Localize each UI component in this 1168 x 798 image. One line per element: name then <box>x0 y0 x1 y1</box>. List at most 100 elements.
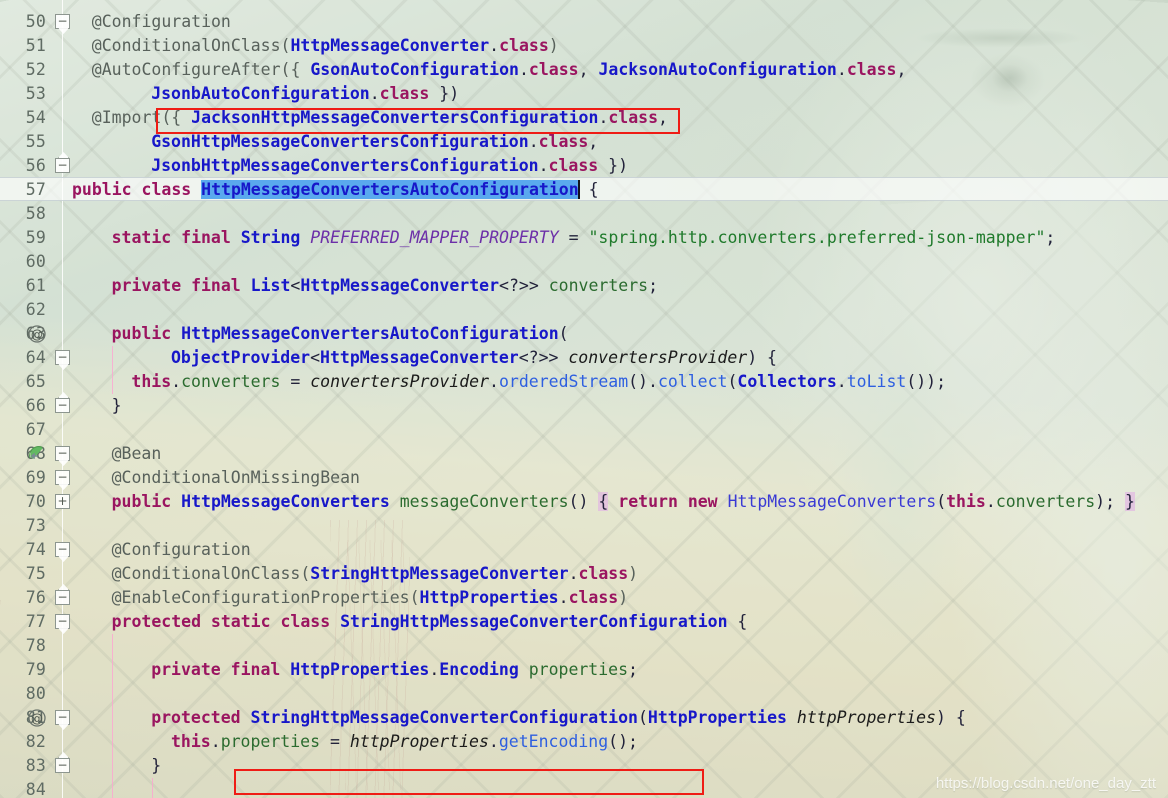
code-token: class <box>528 60 579 79</box>
code-line[interactable]: 51 @ConditionalOnClass(HttpMessageConvert… <box>0 34 1168 58</box>
code-line[interactable]: 79 private final HttpProperties.Encoding … <box>0 658 1168 682</box>
code-text[interactable]: public HttpMessageConvertersAutoConfigur… <box>72 322 569 346</box>
code-line[interactable]: 76 @EnableConfigurationProperties(HttpPro… <box>0 586 1168 610</box>
code-text[interactable]: public HttpMessageConverters messageConv… <box>72 490 1135 514</box>
code-line[interactable]: 74 @Configuration <box>0 538 1168 562</box>
annotation-at-icon[interactable]: @ <box>27 324 47 344</box>
line-number: 77 <box>25 612 46 631</box>
code-token: HttpProperties <box>419 588 559 607</box>
code-token: ) <box>618 588 629 607</box>
code-token: } <box>151 756 162 775</box>
code-text[interactable]: @Configuration <box>72 10 231 34</box>
line-number: 58 <box>25 204 46 223</box>
code-token: }) <box>598 156 629 175</box>
code-line[interactable]: 64 ObjectProvider<HttpMessageConverter<?>… <box>0 346 1168 370</box>
code-text[interactable]: ObjectProvider<HttpMessageConverter<?>> … <box>72 346 777 370</box>
code-line[interactable]: 55 GsonHttpMessageConvertersConfiguration… <box>0 130 1168 154</box>
code-line[interactable]: 81 @ protected StringHttpMessageConverterC… <box>0 706 1168 730</box>
code-line[interactable]: 57 public class HttpMessageConvertersAuto… <box>0 178 1168 202</box>
line-number: 76 <box>25 588 46 607</box>
code-token: ); <box>1095 492 1116 511</box>
code-token: ; <box>628 660 638 679</box>
code-text[interactable]: this.converters = convertersProvider.ord… <box>72 370 946 394</box>
code-token: . <box>558 588 569 607</box>
code-text[interactable]: private final List<HttpMessageConverter<… <box>72 274 658 298</box>
code-token: public class <box>72 180 202 199</box>
code-text[interactable]: this.properties = httpProperties.getEnco… <box>72 730 638 754</box>
code-line[interactable]: 78 <box>0 634 1168 658</box>
code-text[interactable]: } <box>72 394 122 418</box>
code-text[interactable]: @ConditionalOnClass(HttpMessageConverter… <box>72 34 559 58</box>
code-token: @ConditionalOnMissingBean <box>111 468 360 487</box>
svg-text:@: @ <box>31 711 43 725</box>
code-line[interactable]: 53 JsonbAutoConfiguration.class }) <box>0 82 1168 106</box>
code-text[interactable]: @Bean <box>72 442 162 466</box>
code-line[interactable]: 65 this.converters = convertersProvider.o… <box>0 370 1168 394</box>
code-line[interactable]: 77 protected static class StringHttpMessa… <box>0 610 1168 634</box>
code-line[interactable]: 58 <box>0 202 1168 226</box>
code-text[interactable]: JsonbHttpMessageConvertersConfiguration.… <box>72 154 628 178</box>
code-line[interactable]: 82 this.properties = httpProperties.getEn… <box>0 730 1168 754</box>
code-text[interactable]: @ConditionalOnMissingBean <box>72 466 360 490</box>
code-token: class <box>568 588 619 607</box>
code-text[interactable]: JsonbAutoConfiguration.class }) <box>72 82 459 106</box>
code-token: ObjectProvider <box>171 348 311 367</box>
line-number: 60 <box>25 252 46 271</box>
spring-bean-icon[interactable] <box>27 444 47 464</box>
code-line[interactable]: 75 @ConditionalOnClass(StringHttpMessageC… <box>0 562 1168 586</box>
code-line[interactable]: 50 @Configuration <box>0 10 1168 34</box>
code-text[interactable]: GsonHttpMessageConvertersConfiguration.c… <box>72 130 598 154</box>
code-editor-surface[interactable]: −50 @Configuration 51 @ConditionalOnClass(H… <box>0 0 1168 798</box>
line-number: 53 <box>25 84 46 103</box>
code-token: . <box>538 156 549 175</box>
code-text[interactable]: private final HttpProperties.Encoding pr… <box>72 658 638 682</box>
code-line[interactable]: 52 @AutoConfigureAfter({ GsonAutoConfigur… <box>0 58 1168 82</box>
code-line[interactable]: 54 @Import({ JacksonHttpMessageConverters… <box>0 106 1168 130</box>
code-token: Collectors <box>737 372 837 391</box>
code-line[interactable]: 70 public HttpMessageConverters messageCo… <box>0 490 1168 514</box>
code-line[interactable]: 66} <box>0 394 1168 418</box>
ide-editor-window: −50 @Configuration 51 @ConditionalOnClass(H… <box>0 0 1168 798</box>
indent-guide-ctor-body <box>112 346 113 394</box>
annotation-at-icon[interactable]: @ <box>27 708 47 728</box>
code-line[interactable]: 56 JsonbHttpMessageConvertersConfiguratio… <box>0 154 1168 178</box>
code-token: @Configuration <box>91 12 231 31</box>
code-line[interactable]: 60 <box>0 250 1168 274</box>
code-token: public <box>111 324 182 343</box>
code-token: ) { <box>747 348 777 367</box>
code-line[interactable]: 67 <box>0 418 1168 442</box>
code-text[interactable]: @AutoConfigureAfter({ GsonAutoConfigurat… <box>72 58 907 82</box>
code-token: (). <box>628 372 658 391</box>
code-token: @Import({ <box>91 108 192 127</box>
code-text[interactable]: static final String PREFERRED_MAPPER_PRO… <box>72 226 1056 250</box>
code-token: @AutoConfigureAfter({ <box>91 60 311 79</box>
code-text[interactable]: @ConditionalOnClass(StringHttpMessageCon… <box>72 562 639 586</box>
code-text[interactable]: public class HttpMessageConvertersAutoCo… <box>72 178 599 202</box>
code-line[interactable]: 69 @ConditionalOnMissingBean <box>0 466 1168 490</box>
code-line[interactable]: 61 private final List<HttpMessageConverte… <box>0 274 1168 298</box>
code-line[interactable]: 68@Bean <box>0 442 1168 466</box>
line-number: 74 <box>25 540 46 559</box>
code-line[interactable]: 63 @ public HttpMessageConvertersAutoConfi… <box>0 322 1168 346</box>
code-text[interactable]: @Import({ JacksonHttpMessageConvertersCo… <box>72 106 668 130</box>
code-token: converters <box>995 492 1096 511</box>
code-line[interactable]: 59 static final String PREFERRED_MAPPER_P… <box>0 226 1168 250</box>
code-line[interactable]: 62 <box>0 298 1168 322</box>
code-text[interactable]: @Configuration <box>72 538 251 562</box>
code-line[interactable]: 80 <box>0 682 1168 706</box>
code-line[interactable]: 73 <box>0 514 1168 538</box>
code-text[interactable]: } <box>72 754 161 778</box>
code-text[interactable]: @EnableConfigurationProperties(HttpPrope… <box>72 586 629 610</box>
code-token: converters <box>548 276 649 295</box>
indent-guide-inner-class <box>112 634 113 798</box>
code-token: . <box>429 660 440 679</box>
code-token: orderedStream <box>498 372 629 391</box>
code-token: <?>> <box>518 348 569 367</box>
code-token: this <box>171 732 211 751</box>
code-text[interactable]: protected StringHttpMessageConverterConf… <box>72 706 966 730</box>
code-text[interactable]: protected static class StringHttpMessage… <box>72 610 748 634</box>
